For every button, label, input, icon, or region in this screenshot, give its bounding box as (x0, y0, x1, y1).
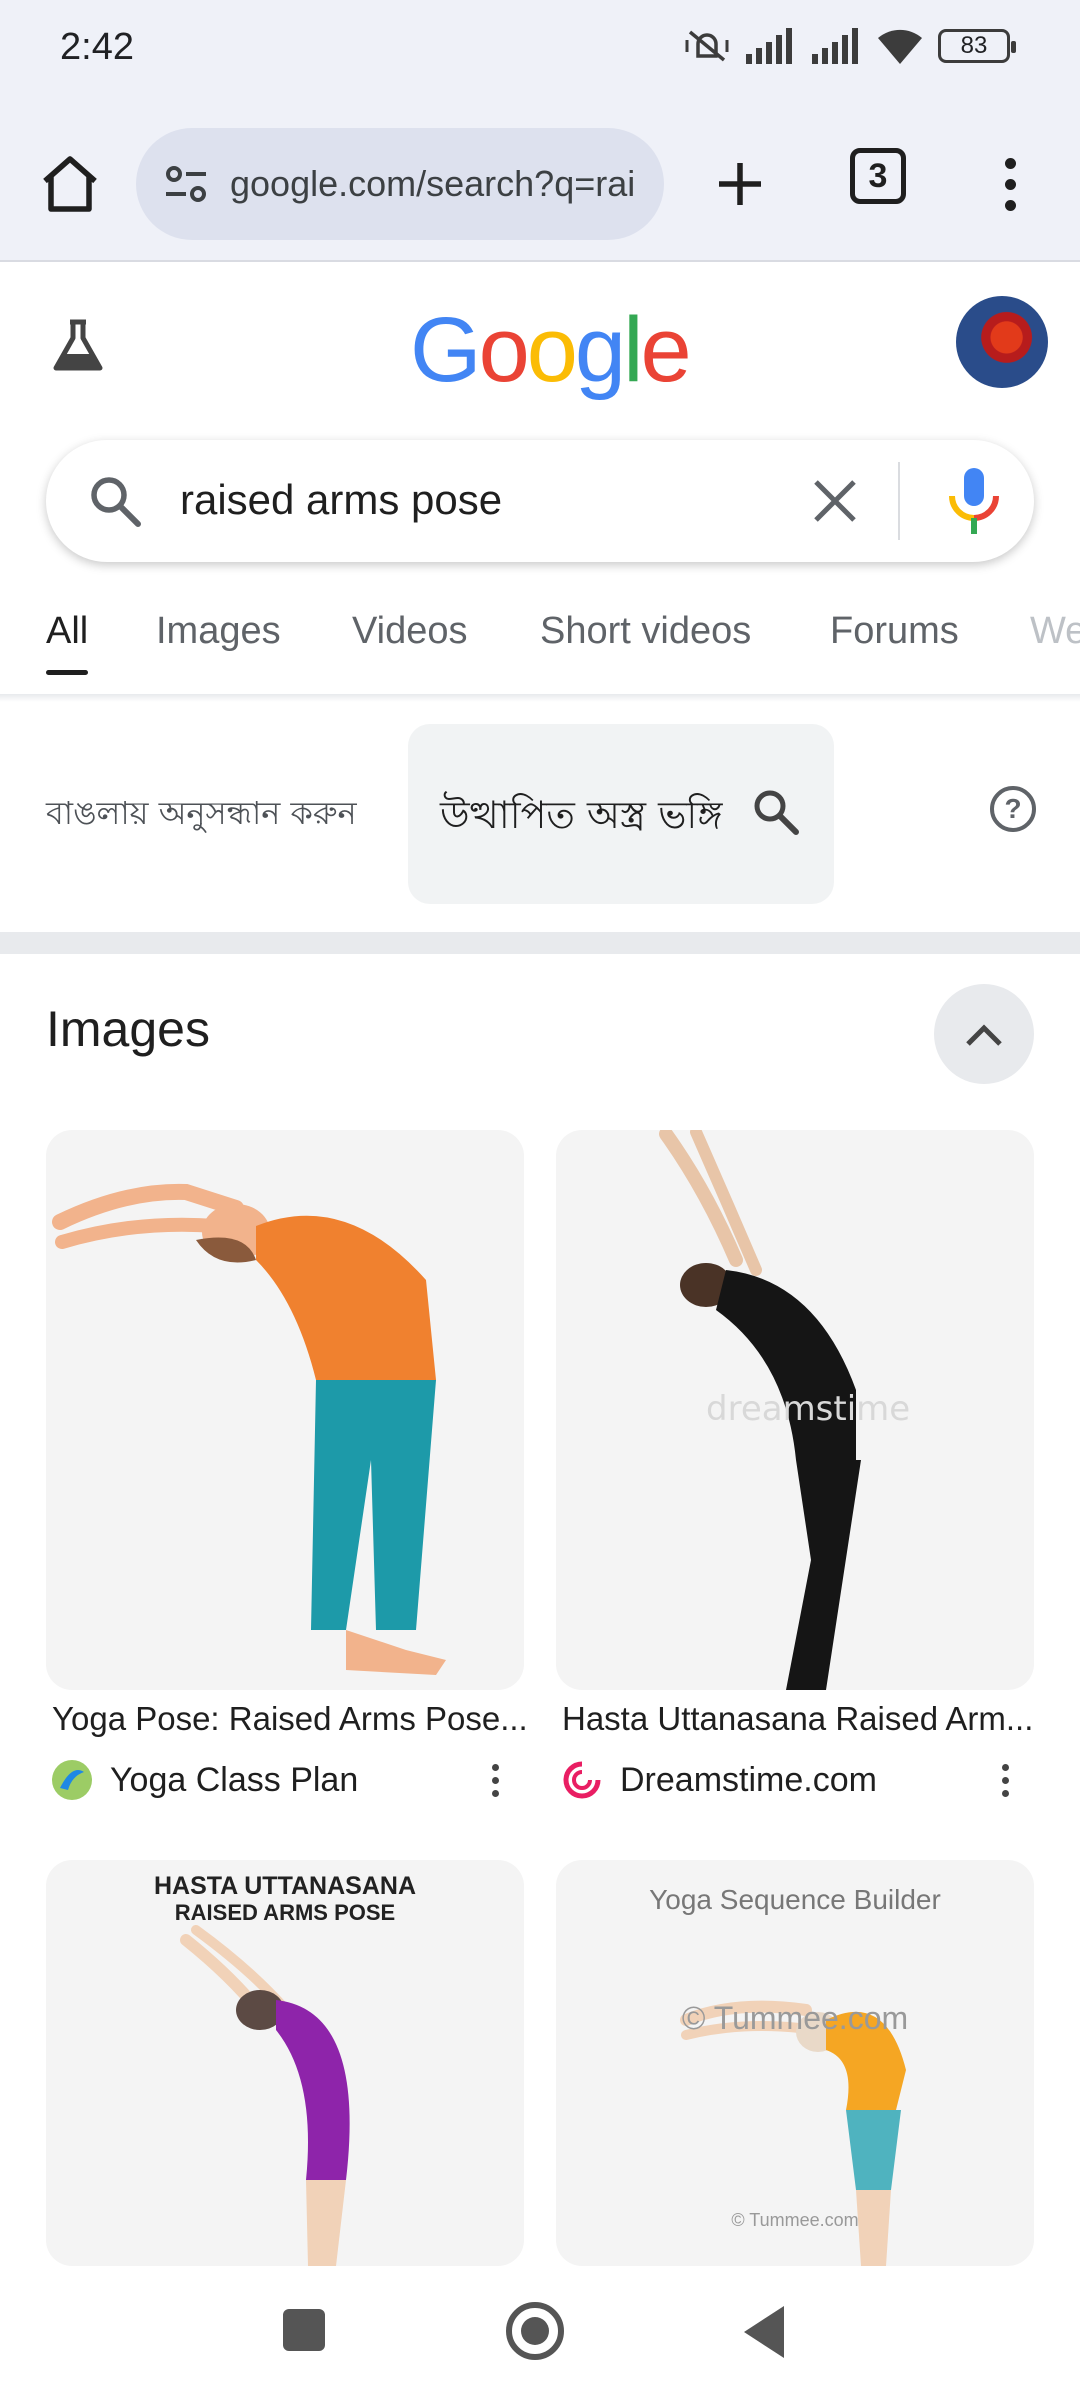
result-title[interactable]: Yoga Pose: Raised Arms Pose... (52, 1700, 530, 1738)
logo-letter: o (526, 299, 578, 401)
search-query[interactable]: raised arms pose (180, 476, 502, 524)
system-navigation-bar (0, 2266, 1080, 2400)
active-tab-indicator (46, 670, 88, 675)
logo-letter: e (640, 299, 692, 401)
yoga-pose-image (680, 2000, 906, 2266)
source-name: Dreamstime.com (620, 1760, 877, 1799)
browser-chrome: 2:42 83 google.com/search?q=rai 3 (0, 0, 1080, 262)
google-logo[interactable]: Google (410, 298, 692, 403)
result-title[interactable]: Hasta Uttanasana Raised Arm... (562, 1700, 1040, 1738)
logo-letter: l (623, 299, 644, 401)
section-divider (0, 932, 1080, 954)
image-caption: RAISED ARMS POSE (174, 1900, 396, 1925)
divider (898, 462, 900, 540)
mute-vibrate-icon (685, 30, 729, 62)
image-caption: Yoga Sequence Builder (649, 1884, 941, 1915)
flask-icon (53, 319, 103, 371)
tab-videos[interactable]: Videos (352, 610, 468, 653)
status-icons: 83 (684, 26, 1016, 66)
language-suggestion-chip[interactable]: উত্থাপিত অস্ত্র ভঙ্গি (408, 724, 834, 904)
tab-images[interactable]: Images (156, 610, 281, 653)
language-suggestion-label: বাঙলায় অনুসন্ধান করুন (46, 794, 357, 832)
yoga-pose-image: dreamstime (659, 1130, 910, 1690)
tab-switcher-button[interactable]: 3 (850, 148, 906, 204)
search-labs-button[interactable] (44, 312, 112, 380)
site-settings-icon[interactable] (160, 158, 212, 210)
home-icon (43, 156, 97, 212)
menu-button[interactable] (980, 144, 1040, 224)
images-section-title: Images (46, 1001, 210, 1057)
signal-icon (746, 28, 792, 64)
address-bar[interactable]: google.com/search?q=rai (136, 128, 664, 240)
image-caption: HASTA UTTANASANA (153, 1872, 416, 1900)
logo-letter: o (478, 299, 530, 401)
search-icon (91, 477, 141, 527)
microphone-icon[interactable] (942, 466, 1006, 536)
new-tab-button[interactable] (700, 144, 780, 224)
image-result-2[interactable]: dreamstime (556, 1130, 1034, 1690)
tab-all[interactable]: All (46, 610, 88, 653)
logo-letter: g (574, 299, 626, 401)
logo-letter: G (410, 299, 482, 401)
tabs-shadow (0, 694, 1080, 702)
chevron-up-icon (966, 1024, 1002, 1046)
account-avatar[interactable] (956, 296, 1048, 388)
image-result-3[interactable]: HASTA UTTANASANA RAISED ARMS POSE (46, 1860, 524, 2266)
system-home-button[interactable] (506, 2302, 564, 2360)
plus-icon (719, 163, 761, 205)
image-result-4[interactable]: Yoga Sequence Builder © Tummee.com © Tum… (556, 1860, 1034, 2266)
search-tabs: All Images Videos Short videos Forums We (0, 600, 1080, 696)
image-watermark: © Tummee.com (731, 2210, 859, 2230)
back-button[interactable] (744, 2306, 784, 2358)
collapse-button[interactable] (934, 984, 1034, 1084)
search-icon (754, 790, 799, 835)
url-text: google.com/search?q=rai (230, 163, 636, 204)
help-icon[interactable]: ? (990, 786, 1036, 832)
tab-web[interactable]: We (1030, 610, 1080, 653)
signal-icon-2 (812, 28, 858, 64)
tab-forums[interactable]: Forums (830, 610, 959, 653)
wifi-icon (878, 29, 922, 64)
yoga-pose-image (52, 1183, 446, 1675)
battery-level: 83 (960, 32, 988, 59)
result-source[interactable]: Yoga Class Plan (50, 1756, 358, 1804)
result-source[interactable]: Dreamstime.com (560, 1756, 877, 1804)
dreamstime-logo-icon (563, 1761, 601, 1799)
more-options-button[interactable] (480, 1756, 510, 1804)
browser-toolbar: google.com/search?q=rai 3 (0, 120, 1080, 250)
svg-text:dreamstime: dreamstime (706, 1389, 910, 1429)
home-button[interactable] (30, 144, 110, 224)
image-watermark: © Tummee.com (681, 2000, 909, 2036)
image-result-1[interactable] (46, 1130, 524, 1690)
source-name: Yoga Class Plan (110, 1760, 359, 1799)
recents-button[interactable] (283, 2309, 325, 2351)
tab-short-videos[interactable]: Short videos (540, 610, 751, 653)
yoga-class-plan-logo-icon (52, 1760, 92, 1800)
clear-icon[interactable] (806, 472, 864, 530)
battery-icon: 83 (938, 29, 1016, 63)
language-suggestion-query: উত্থাপিত অস্ত্র ভঙ্গি (440, 793, 723, 837)
search-box[interactable]: raised arms pose (46, 440, 1034, 562)
status-time: 2:42 (60, 26, 134, 68)
more-options-button[interactable] (990, 1756, 1020, 1804)
